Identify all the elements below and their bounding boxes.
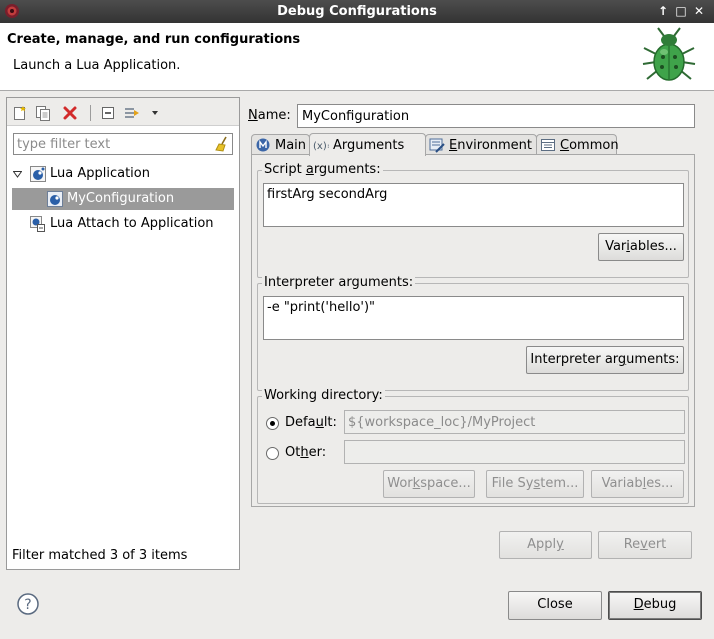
delete-icon[interactable] xyxy=(61,104,79,122)
tab-arguments[interactable]: (x)= Arguments xyxy=(309,133,426,156)
name-input[interactable] xyxy=(298,105,694,127)
other-dir-field xyxy=(344,440,685,464)
common-tab-icon xyxy=(541,139,555,151)
revert-button[interactable]: Revert xyxy=(598,531,692,559)
default-dir-label: Default: xyxy=(285,415,337,430)
tree-item-lua-application[interactable]: Lua Application xyxy=(7,163,239,185)
configurations-toolbar xyxy=(7,98,239,126)
script-arguments-textarea[interactable]: firstArg secondArg xyxy=(263,183,684,227)
tree-item-label: MyConfiguration xyxy=(67,191,175,206)
lua-attach-icon xyxy=(30,216,45,232)
tab-environment[interactable]: Environment xyxy=(425,134,537,155)
toolbar-separator xyxy=(90,105,91,121)
environment-tab-icon xyxy=(429,138,445,153)
arguments-tab-content: Script arguments: firstArg secondArg Var… xyxy=(251,154,695,507)
script-arguments-group: Script arguments: firstArg secondArg Var… xyxy=(257,162,689,278)
working-directory-group: Working directory: Default: ${workspace_… xyxy=(257,388,689,504)
script-arguments-title: Script arguments: xyxy=(262,162,383,177)
expand-arrow-icon[interactable] xyxy=(13,171,22,178)
new-configuration-icon[interactable] xyxy=(11,104,29,122)
lua-config-icon xyxy=(47,191,63,207)
help-icon[interactable]: ? xyxy=(17,593,39,615)
default-dir-radio[interactable] xyxy=(266,417,279,430)
name-label: Name: xyxy=(248,108,291,123)
debug-bug-icon xyxy=(642,27,696,81)
restore-icon[interactable]: □ xyxy=(674,3,688,19)
filter-input[interactable] xyxy=(17,136,209,152)
other-dir-label: Other: xyxy=(285,445,327,460)
svg-text:?: ? xyxy=(24,597,31,613)
header-subtitle: Launch a Lua Application. xyxy=(13,58,181,73)
collapse-all-icon[interactable] xyxy=(99,104,117,122)
interpreter-arguments-button[interactable]: Interpreter arguments: xyxy=(526,346,684,374)
tree-item-lua-attach[interactable]: Lua Attach to Application xyxy=(7,213,239,235)
tree-item-myconfiguration[interactable]: MyConfiguration xyxy=(12,188,234,210)
name-field xyxy=(297,104,695,128)
other-dir-radio[interactable] xyxy=(266,447,279,460)
debug-button[interactable]: Debug xyxy=(608,591,702,620)
interpreter-arguments-title: Interpreter arguments: xyxy=(262,275,416,290)
working-directory-title: Working directory: xyxy=(262,388,385,403)
tab-common[interactable]: Common xyxy=(536,134,619,155)
interpreter-arguments-group: Interpreter arguments: -e "print('hello'… xyxy=(257,275,689,391)
default-dir-field: ${workspace_loc}/MyProject xyxy=(344,410,685,434)
tree-item-label: Lua Attach to Application xyxy=(50,216,214,231)
workspace-button[interactable]: Workspace... xyxy=(383,470,475,498)
arguments-tab-icon: (x)= xyxy=(313,141,329,152)
svg-text:(x)=: (x)= xyxy=(313,141,329,152)
dropdown-arrow-icon[interactable] xyxy=(150,104,160,122)
apply-button[interactable]: Apply xyxy=(499,531,592,559)
tab-main[interactable]: Main xyxy=(251,134,310,155)
close-button[interactable]: Close xyxy=(508,591,602,620)
clear-filter-icon[interactable] xyxy=(214,136,230,152)
configurations-panel: Lua Application MyConfiguration Lua Atta… xyxy=(6,97,240,570)
interpreter-arguments-textarea[interactable]: -e "print('hello')" xyxy=(263,296,684,340)
script-variables-button[interactable]: Variables... xyxy=(598,233,684,261)
window-titlebar: Debug Configurations ↑ □ ✕ xyxy=(0,0,714,23)
maximize-up-icon[interactable]: ↑ xyxy=(656,3,670,19)
window-title: Debug Configurations xyxy=(277,4,437,19)
file-system-button[interactable]: File System... xyxy=(486,470,584,498)
filter-status: Filter matched 3 of 3 items xyxy=(12,548,188,563)
dialog-header: Create, manage, and run configurations L… xyxy=(0,23,714,91)
header-title: Create, manage, and run configurations xyxy=(7,32,301,47)
close-window-icon[interactable]: ✕ xyxy=(692,3,706,19)
main-tab-icon xyxy=(256,138,270,152)
duplicate-icon[interactable] xyxy=(34,104,52,122)
filter-field xyxy=(13,133,233,155)
configuration-editor: Name: Main (x)= Arguments Environment Co… xyxy=(243,97,709,570)
lua-application-icon xyxy=(30,166,46,182)
filter-icon[interactable] xyxy=(123,104,141,122)
working-dir-variables-button[interactable]: Variables... xyxy=(591,470,684,498)
tree-item-label: Lua Application xyxy=(50,166,150,181)
